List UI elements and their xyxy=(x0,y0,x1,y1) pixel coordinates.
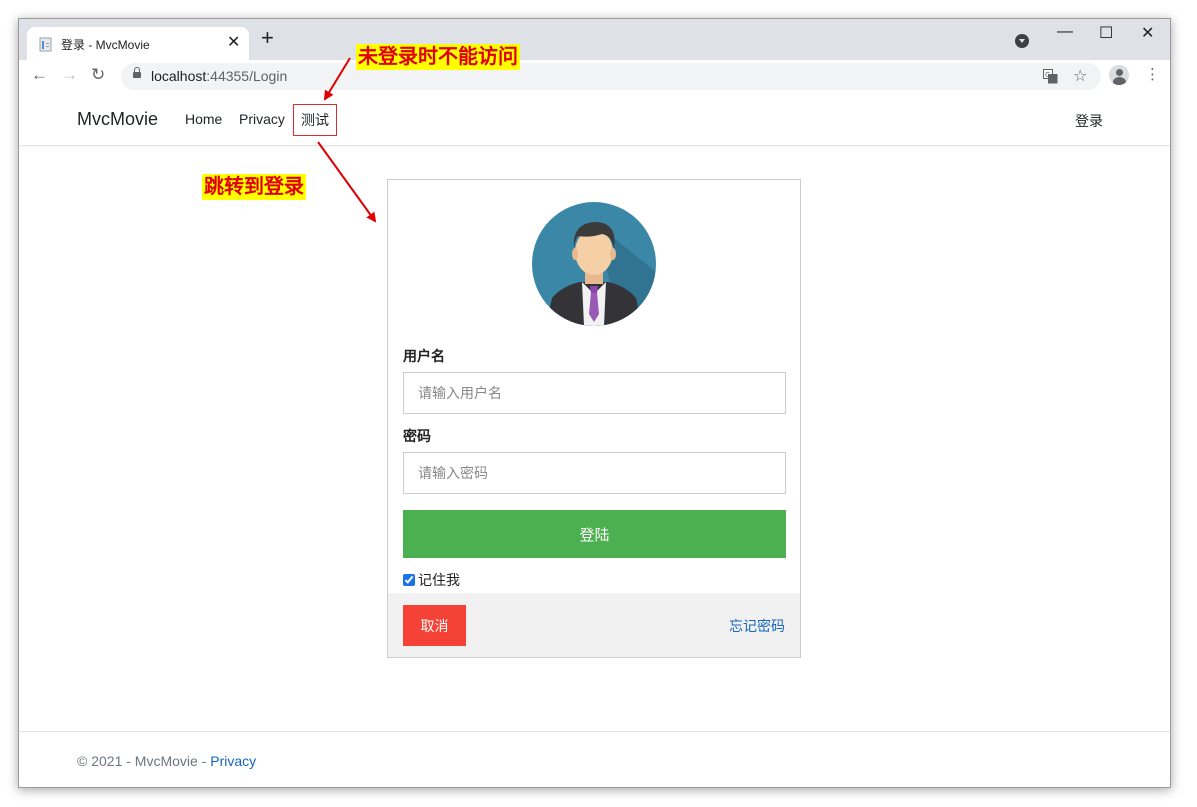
url-host: localhost xyxy=(151,68,207,84)
lock-icon[interactable] xyxy=(133,67,141,78)
no-access-annotation: 未登录时不能访问 xyxy=(356,44,520,70)
browser-toolbar: ← → ↻ localhost:44355/Login G ☆ ⋮ xyxy=(19,60,1170,94)
web-page: MvcMovie Home Privacy 测试 登录 用户名 请输入用户名 密… xyxy=(19,93,1170,787)
forgot-password-link[interactable]: 忘记密码 xyxy=(729,616,785,636)
svg-text:G: G xyxy=(1045,71,1050,79)
new-tab-button[interactable]: + xyxy=(261,27,274,49)
redirect-annotation: 跳转到登录 xyxy=(202,174,306,200)
remember-me[interactable]: 记住我 xyxy=(403,570,460,590)
card-footer: 取消 忘记密码 xyxy=(388,593,800,657)
nav-privacy-link[interactable]: Privacy xyxy=(239,111,285,127)
tab-close-icon[interactable]: ✕ xyxy=(227,32,240,52)
url-text[interactable]: localhost:44355/Login xyxy=(151,68,287,84)
nav-test-link[interactable]: 测试 xyxy=(293,104,337,136)
nav-login-link[interactable]: 登录 xyxy=(1075,111,1103,131)
address-bar[interactable]: localhost:44355/Login G ☆ xyxy=(121,63,1101,90)
site-footer: © 2021 - MvcMovie - Privacy xyxy=(19,731,1170,787)
nav-home-link[interactable]: Home xyxy=(185,111,222,127)
copyright-text: © 2021 - MvcMovie - xyxy=(77,753,211,769)
tab-strip: 登录 - MvcMovie ✕ + — ☐ ✕ xyxy=(19,19,1170,60)
profile-icon[interactable] xyxy=(1109,65,1129,85)
minimize-button[interactable]: — xyxy=(1057,23,1073,41)
user-avatar xyxy=(532,202,656,326)
cancel-button[interactable]: 取消 xyxy=(403,605,466,646)
browser-window: 登录 - MvcMovie ✕ + — ☐ ✕ ← → ↻ localhost:… xyxy=(18,18,1171,788)
close-window-button[interactable]: ✕ xyxy=(1141,23,1154,43)
url-path: :44355/Login xyxy=(206,68,288,84)
page-favicon-icon xyxy=(39,37,52,52)
browser-tab[interactable]: 登录 - MvcMovie ✕ xyxy=(27,27,249,60)
footer-privacy-link[interactable]: Privacy xyxy=(210,753,256,769)
star-icon[interactable]: ☆ xyxy=(1073,66,1087,86)
menu-icon[interactable]: ⋮ xyxy=(1145,65,1160,83)
reload-icon[interactable]: ↻ xyxy=(91,65,105,85)
forward-icon[interactable]: → xyxy=(61,65,78,85)
remember-checkbox[interactable] xyxy=(403,574,415,586)
remember-label: 记住我 xyxy=(418,572,460,588)
username-input[interactable] xyxy=(403,372,786,414)
footer-text: © 2021 - MvcMovie - Privacy xyxy=(77,753,256,769)
tab-search-icon[interactable] xyxy=(1015,34,1029,48)
login-button[interactable]: 登陆 xyxy=(403,510,786,558)
login-card: 用户名 密码 登陆 记住我 取消 忘记密码 xyxy=(387,179,801,658)
username-label: 用户名 xyxy=(403,348,445,364)
back-icon[interactable]: ← xyxy=(31,65,48,85)
maximize-button[interactable]: ☐ xyxy=(1099,23,1113,43)
password-input[interactable] xyxy=(403,452,786,494)
brand-link[interactable]: MvcMovie xyxy=(77,109,158,130)
site-navbar: MvcMovie Home Privacy 测试 登录 xyxy=(19,93,1170,146)
tab-title: 登录 - MvcMovie xyxy=(61,38,150,52)
translate-icon[interactable]: G xyxy=(1043,69,1058,84)
password-label: 密码 xyxy=(403,428,431,444)
